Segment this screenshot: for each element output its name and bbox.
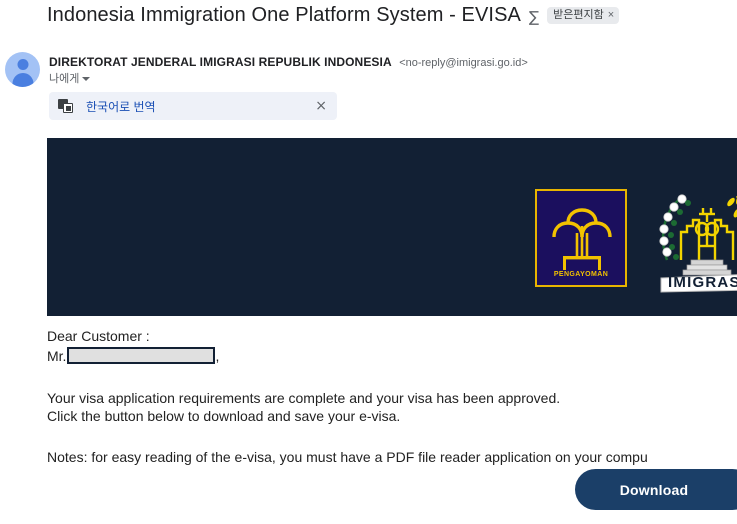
notes-line: Notes: for easy reading of the e-visa, y… xyxy=(47,449,648,465)
sender-name: DIREKTORAT JENDERAL IMIGRASI REPUBLIK IN… xyxy=(49,55,392,69)
inbox-icon: ∑ xyxy=(528,7,540,26)
imigrasi-crest-icon: IMIGRASI xyxy=(659,194,737,293)
recipient-line[interactable]: 나에게 xyxy=(49,70,91,86)
avatar-body-icon xyxy=(12,73,33,87)
email-subject: Indonesia Immigration One Platform Syste… xyxy=(47,4,521,26)
subject-row: Indonesia Immigration One Platform Syste… xyxy=(47,4,620,27)
pengayoman-logo: PENGAYOMAN xyxy=(535,189,627,287)
avatar-head-icon xyxy=(17,59,28,70)
approval-paragraph: Your visa application requirements are c… xyxy=(47,389,737,425)
imigrasi-emblem: IMIGRASI xyxy=(651,182,737,294)
label-chip-remove-icon[interactable]: × xyxy=(608,9,614,22)
avatar[interactable] xyxy=(5,52,40,87)
translate-close-icon[interactable]: × xyxy=(315,99,327,113)
email-banner: PENGAYOMAN IMIGRAS xyxy=(47,138,737,316)
label-chip-text: 받은편지함 xyxy=(553,8,604,21)
banyan-tree-icon xyxy=(552,208,612,270)
translate-label[interactable]: 한국어로 번역 xyxy=(86,98,315,115)
chevron-down-icon[interactable] xyxy=(82,77,91,81)
translate-bar[interactable]: 한국어로 번역 × xyxy=(49,92,337,120)
recipient-label: 나에게 xyxy=(49,73,80,85)
salutation-line: Dear Customer : xyxy=(47,328,150,344)
pengayoman-caption: PENGAYOMAN xyxy=(553,271,609,278)
email-body: Dear Customer : Mr. , Your visa applicat… xyxy=(47,327,737,466)
name-prefix: Mr. xyxy=(47,348,67,364)
name-suffix: , xyxy=(215,348,220,364)
approval-line-1: Your visa application requirements are c… xyxy=(47,390,561,406)
approval-line-2: Click the button below to download and s… xyxy=(47,408,401,424)
banner-logo-group: PENGAYOMAN IMIGRAS xyxy=(535,182,737,294)
redacted-name-box xyxy=(67,346,216,364)
imigrasi-ribbon-text: IMIGRASI xyxy=(668,274,737,291)
download-button[interactable]: Download xyxy=(575,469,737,510)
label-chip-inbox[interactable]: 받은편지함 × xyxy=(547,6,620,25)
sender-line: DIREKTORAT JENDERAL IMIGRASI REPUBLIK IN… xyxy=(49,53,528,71)
recipient-name-line: Mr. , xyxy=(47,346,737,365)
translate-icon xyxy=(58,98,74,114)
sender-email: <no-reply@imigrasi.go.id> xyxy=(399,57,528,69)
